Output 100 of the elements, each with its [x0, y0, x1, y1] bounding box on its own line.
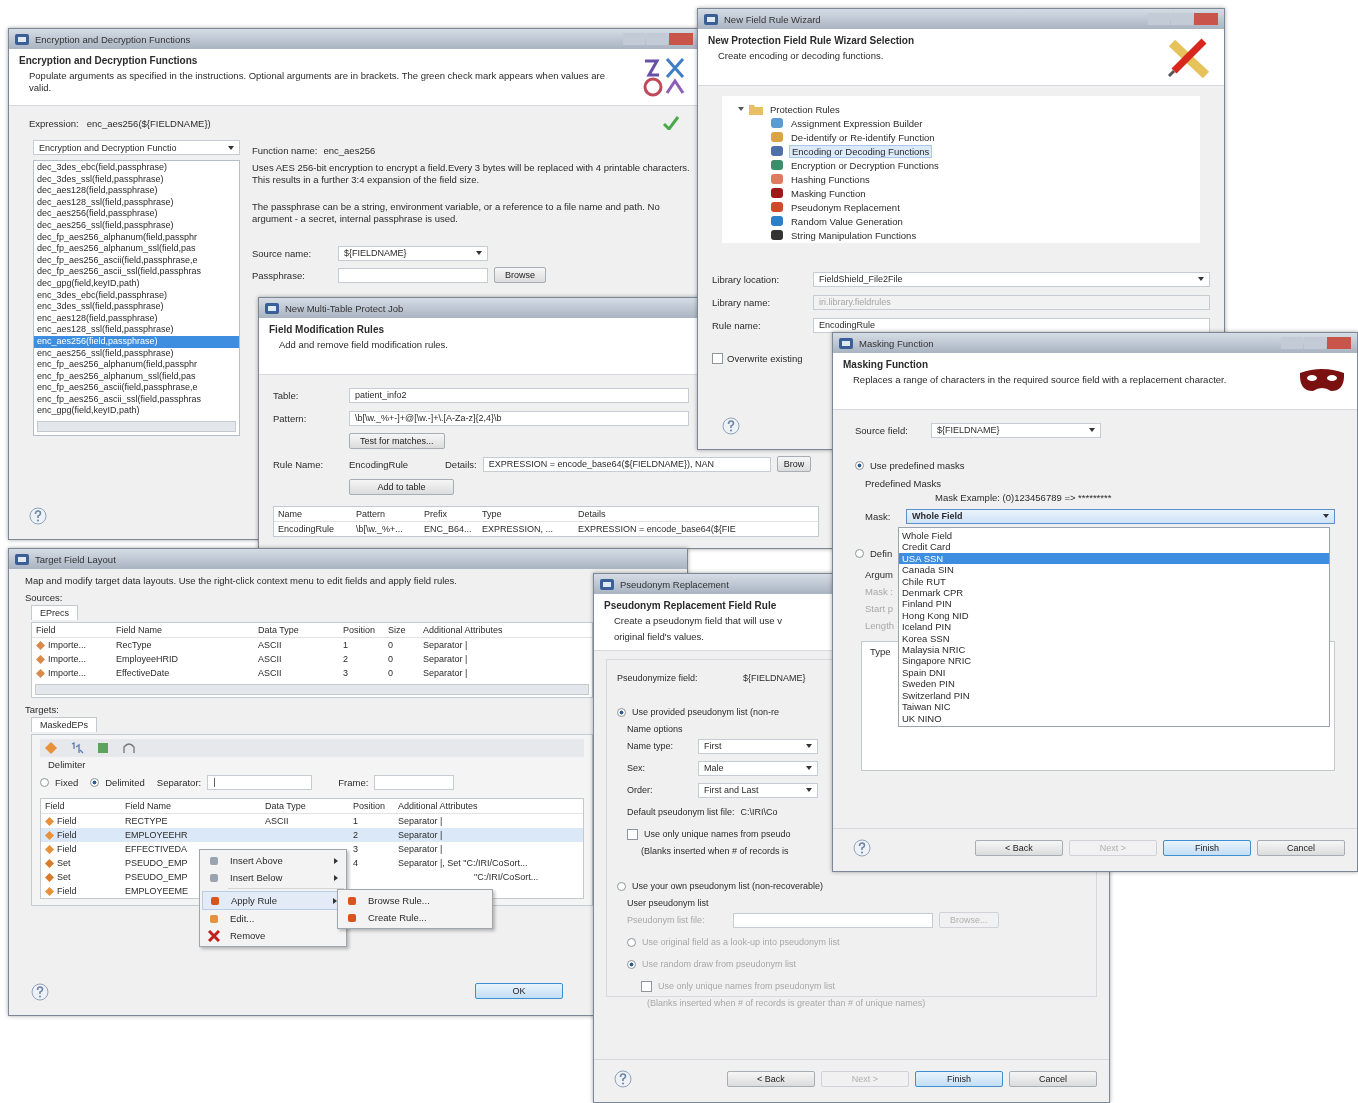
- column-header[interactable]: Field: [32, 625, 60, 635]
- list-item[interactable]: dec_fp_aes256_ascii(field,passphrase,e: [34, 254, 239, 267]
- tree-item[interactable]: De-identify or Re-identify Function: [789, 131, 937, 143]
- overwrite-checkbox[interactable]: [712, 352, 723, 364]
- list-item[interactable]: dec_fp_aes256_alphanum(field,passphr: [34, 231, 239, 244]
- help-icon[interactable]: [614, 1070, 632, 1088]
- list-item[interactable]: Credit Card: [899, 541, 1329, 553]
- list-item[interactable]: Hong Kong NID: [899, 609, 1329, 622]
- list-item[interactable]: UK NINO: [899, 712, 1329, 724]
- wizard-button[interactable]: < Back: [975, 840, 1063, 856]
- list-item[interactable]: dec_fp_aes256_alphanum_ssl(field,pas: [34, 243, 239, 255]
- column-header[interactable]: Pattern: [352, 509, 390, 519]
- table-cell[interactable]: Set: [41, 858, 75, 868]
- list-item[interactable]: dec_gpg(field,keyID,path): [34, 277, 239, 290]
- separator-field[interactable]: |: [207, 774, 313, 790]
- option-dropdown[interactable]: Male: [698, 760, 818, 776]
- column-header[interactable]: Details: [574, 509, 610, 519]
- random-draw-radio[interactable]: [627, 959, 636, 969]
- wizard-button[interactable]: Finish: [915, 1071, 1003, 1087]
- list-item[interactable]: Whole Field: [899, 530, 1329, 542]
- tree-item[interactable]: Protection Rules: [768, 103, 842, 115]
- menu-item[interactable]: Insert Below: [202, 869, 344, 886]
- list-item[interactable]: Spain DNI: [899, 666, 1329, 679]
- list-item[interactable]: dec_aes128(field,passphrase): [34, 185, 239, 197]
- add-to-table-button[interactable]: Add to table: [349, 479, 454, 495]
- list-item[interactable]: enc_aes128_ssl(field,passphrase): [34, 324, 239, 336]
- window-controls-icon[interactable]: [1148, 12, 1218, 26]
- column-header[interactable]: Field Name: [112, 625, 166, 635]
- menu-item[interactable]: Remove: [202, 927, 344, 944]
- column-header[interactable]: Type: [870, 646, 891, 657]
- window-controls-icon[interactable]: [1281, 336, 1351, 350]
- details-field[interactable]: EXPRESSION = encode_base64(${FIELDNAME}), NAN: [482, 456, 771, 472]
- list-item[interactable]: dec_aes256(field,passphrase): [34, 208, 239, 220]
- list-item[interactable]: Canada SIN: [899, 564, 1329, 576]
- wizard-button[interactable]: Finish: [1163, 840, 1251, 856]
- list-item[interactable]: Singapore NRIC: [899, 655, 1329, 667]
- tree-item[interactable]: Random Value Generation: [789, 215, 905, 227]
- unique-names-checkbox[interactable]: [641, 980, 652, 992]
- list-item[interactable]: enc_fp_aes256_alphanum_ssl(field,pas: [34, 370, 239, 383]
- menu-item[interactable]: Insert Above: [202, 852, 344, 869]
- horizontal-scrollbar[interactable]: [37, 421, 236, 433]
- list-item[interactable]: dec_aes256_ssl(field,passphrase): [34, 219, 239, 232]
- list-item[interactable]: Sweden PIN: [899, 678, 1329, 690]
- list-item[interactable]: enc_fp_aes256_alphanum(field,passphr: [34, 359, 239, 371]
- target-tab[interactable]: MaskedEPs: [31, 717, 98, 732]
- list-item[interactable]: enc_fp_aes256_ascii(field,passphrase,e: [34, 382, 239, 394]
- format-radio[interactable]: [40, 777, 49, 787]
- frame-field[interactable]: [374, 774, 455, 790]
- rule-name-field[interactable]: EncodingRule: [813, 317, 1210, 333]
- wizard-button[interactable]: Cancel: [1257, 840, 1345, 856]
- column-header[interactable]: Field: [41, 801, 69, 811]
- help-icon[interactable]: [722, 417, 740, 435]
- list-item[interactable]: enc_fp_aes256_ascii_ssl(field,passphras: [34, 393, 239, 406]
- tree-item[interactable]: Hashing Functions: [789, 173, 872, 185]
- passphrase-field[interactable]: [338, 267, 488, 283]
- help-icon[interactable]: [29, 507, 47, 525]
- tree-item[interactable]: Pseudonym Replacement: [789, 201, 902, 213]
- provided-list-radio[interactable]: [617, 707, 626, 717]
- table-cell[interactable]: Field: [41, 886, 81, 896]
- unique-names-checkbox[interactable]: [627, 828, 638, 840]
- own-list-radio[interactable]: [617, 881, 626, 891]
- column-header[interactable]: Name: [274, 509, 306, 519]
- column-header[interactable]: Field Name: [121, 801, 175, 811]
- list-item[interactable]: enc_gpg(field,keyID,path): [34, 405, 239, 418]
- option-dropdown[interactable]: First and Last: [698, 782, 818, 798]
- field-tool-icon[interactable]: [44, 741, 58, 755]
- list-item[interactable]: Switzerland PIN: [899, 689, 1329, 702]
- source-tab[interactable]: EPrecs: [31, 605, 78, 620]
- list-item[interactable]: Korea SSN: [899, 632, 1329, 645]
- arch-tool-icon[interactable]: [122, 741, 136, 755]
- table-tool-icon[interactable]: [96, 741, 110, 755]
- category-dropdown[interactable]: Encryption and Decryption Functio: [33, 140, 240, 155]
- tree-item[interactable]: Encryption or Decryption Functions: [789, 159, 941, 171]
- predefined-radio[interactable]: [855, 460, 864, 470]
- window-controls-icon[interactable]: [623, 32, 693, 46]
- table-cell[interactable]: Field: [41, 844, 81, 854]
- list-item[interactable]: Chile RUT: [899, 575, 1329, 588]
- column-header[interactable]: Position: [339, 625, 380, 635]
- source-name-dropdown[interactable]: ${FIELDNAME}: [338, 245, 488, 261]
- table-field[interactable]: patient_info2: [349, 387, 689, 403]
- table-cell[interactable]: Field: [41, 816, 81, 826]
- ok-button[interactable]: OK: [475, 983, 563, 999]
- source-field-dropdown[interactable]: ${FIELDNAME}: [931, 422, 1101, 438]
- list-item[interactable]: dec_3des_ssl(field,passphrase): [34, 173, 239, 186]
- horizontal-scrollbar[interactable]: [35, 684, 589, 695]
- column-header[interactable]: Type: [478, 509, 506, 519]
- list-item[interactable]: enc_3des_ssl(field,passphrase): [34, 301, 239, 313]
- list-item[interactable]: dec_3des_ebc(field,passphrase): [34, 162, 239, 174]
- list-item[interactable]: Iceland PIN: [899, 621, 1329, 633]
- help-icon[interactable]: [31, 983, 49, 1001]
- browse-button[interactable]: Browse: [494, 267, 546, 284]
- test-button[interactable]: Test for matches...: [349, 433, 445, 449]
- numbering-tool-icon[interactable]: [70, 741, 84, 755]
- list-item[interactable]: enc_aes128(field,passphrase): [34, 312, 239, 325]
- define-radio[interactable]: [855, 548, 864, 558]
- help-icon[interactable]: [853, 839, 871, 857]
- browse-button[interactable]: Brow: [776, 456, 812, 472]
- column-header[interactable]: Data Type: [254, 625, 303, 635]
- list-item[interactable]: Taiwan NIC: [899, 701, 1329, 713]
- pattern-field[interactable]: \b[\w._%+-]+@[\w.-]+\.[A-Za-z]{2,4}\b: [349, 410, 689, 426]
